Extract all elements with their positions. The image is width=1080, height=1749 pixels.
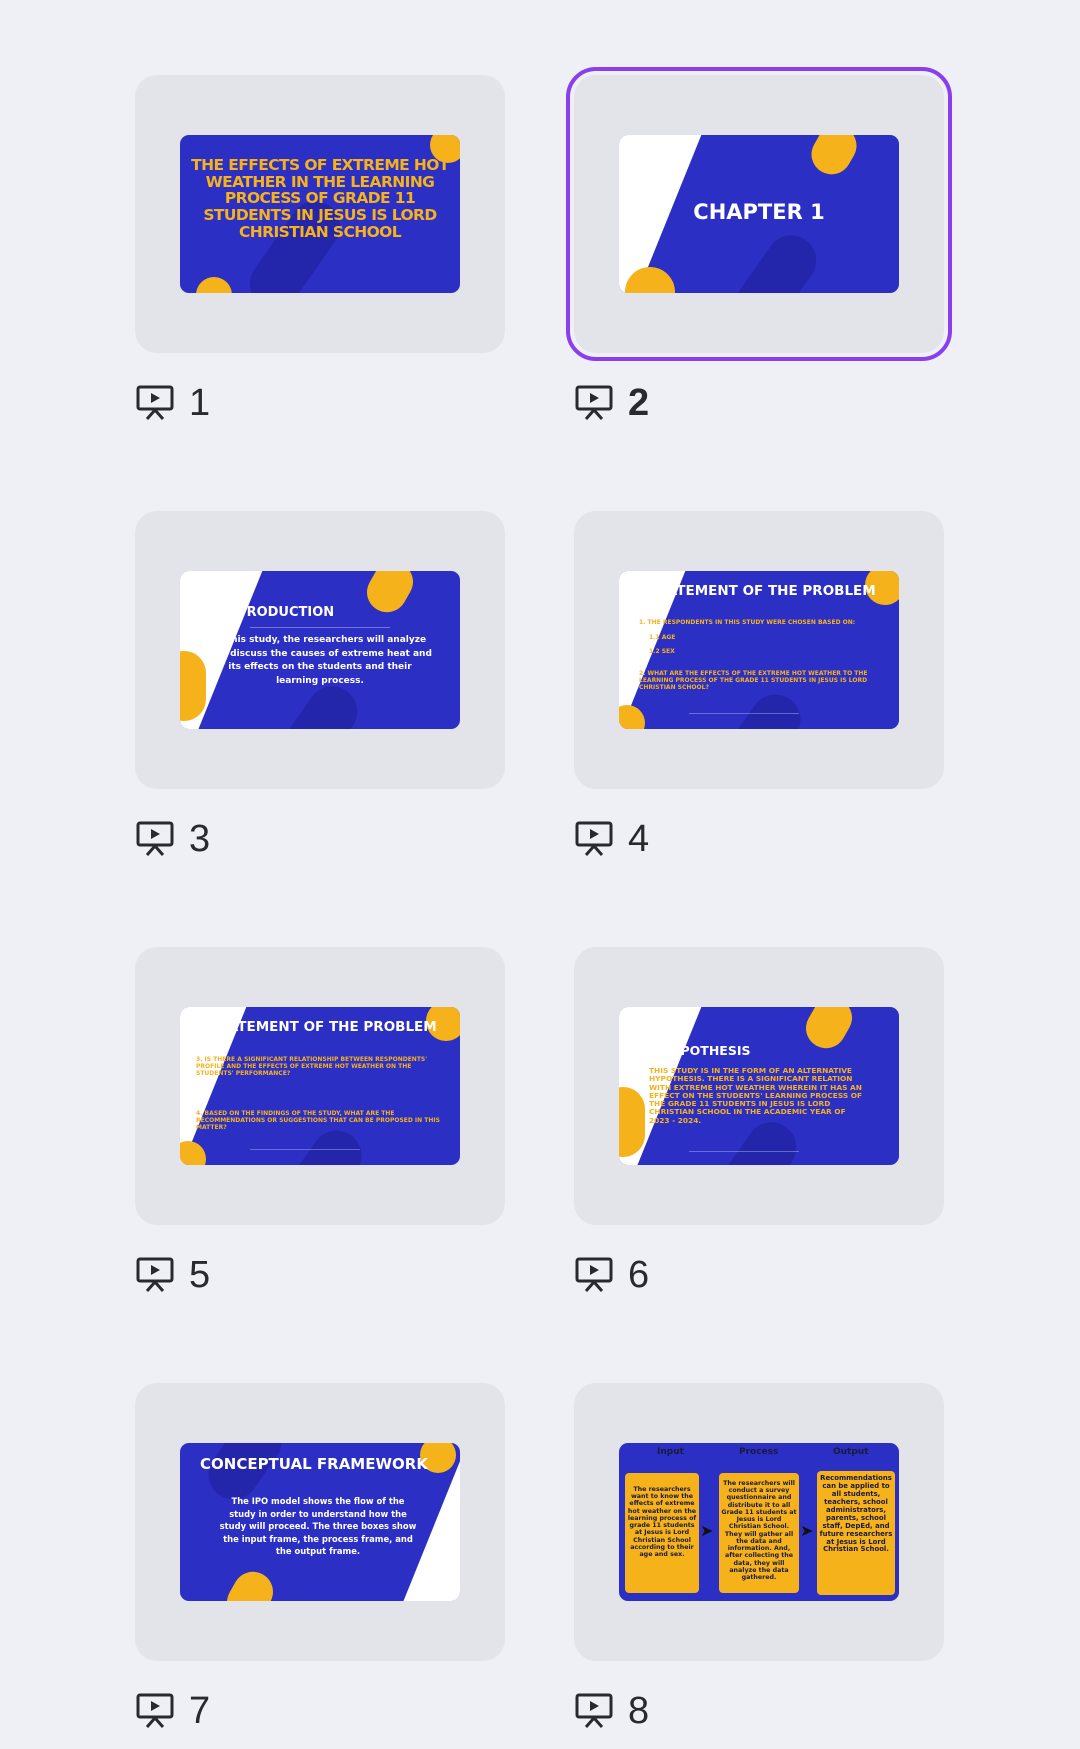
slide-line: 3. IS THERE A SIGNIFICANT RELATIONSHIP B… [196, 1056, 428, 1077]
slide-preview: CHAPTER 1 [619, 135, 899, 293]
slide-number: 2 [628, 381, 650, 424]
slide-body: In this study, the researchers will anal… [208, 635, 432, 686]
slide-label: 6 [574, 1253, 649, 1297]
slide-title: STATEMENT OF THE PROBLEM [210, 1019, 437, 1035]
slide-label: 8 [574, 1689, 649, 1733]
slide-label: 4 [574, 817, 649, 861]
slide-number: 1 [189, 381, 211, 424]
slide-card[interactable]: HYPOTHESIS THIS STUDY IS IN THE FORM OF … [574, 947, 944, 1225]
slide-number: 7 [189, 1689, 211, 1732]
slide-card[interactable]: Input Process Output The researchers wan… [574, 1383, 944, 1661]
slide-preview: HYPOTHESIS THIS STUDY IS IN THE FORM OF … [619, 1007, 899, 1165]
ipo-column-header: Input [657, 1447, 684, 1457]
slide-title: INTRODUCTION [222, 605, 335, 620]
slide-preview: STATEMENT OF THE PROBLEM 3. IS THERE A S… [180, 1007, 460, 1165]
slide-preview: STATEMENT OF THE PROBLEM 1. THE RESPONDE… [619, 571, 899, 729]
ipo-input-box: The researchers want to know the effects… [625, 1473, 699, 1593]
presentation-icon [136, 1257, 174, 1292]
slide-label: 2 [574, 381, 649, 425]
slide-title: HYPOTHESIS [661, 1043, 751, 1058]
arrow-right-icon: ➤ [800, 1523, 814, 1540]
slide-number: 3 [189, 817, 211, 860]
slide-grid: THE EFFECTS OF EXTREME HOT WEATHER IN TH… [0, 0, 1080, 1749]
slide-label: 3 [135, 817, 210, 861]
slide-label: 5 [135, 1253, 210, 1297]
slide-number: 5 [189, 1253, 211, 1296]
slide-line: 1.2 SEX [649, 648, 675, 655]
slide-title: THE EFFECTS OF EXTREME HOT WEATHER IN TH… [191, 156, 449, 241]
presentation-icon [136, 821, 174, 856]
presentation-icon [136, 1693, 174, 1728]
presentation-icon [575, 821, 613, 856]
arrow-right-icon: ➤ [700, 1523, 714, 1540]
slide-number: 4 [628, 817, 650, 860]
slide-card[interactable]: STATEMENT OF THE PROBLEM 3. IS THERE A S… [135, 947, 505, 1225]
slide-card[interactable]: INTRODUCTION In this study, the research… [135, 511, 505, 789]
ipo-output-box: Recommendations can be applied to all st… [817, 1471, 895, 1595]
slide-body: THIS STUDY IS IN THE FORM OF AN ALTERNAT… [649, 1066, 863, 1125]
slide-line: 2. WHAT ARE THE EFFECTS OF THE EXTREME H… [639, 670, 868, 691]
slide-line: 1. THE RESPONDENTS IN THIS STUDY WERE CH… [639, 619, 856, 626]
slide-body: The IPO model shows the flow of the stud… [219, 1496, 417, 1557]
ipo-column-header: Process [739, 1447, 779, 1457]
presentation-icon [136, 385, 174, 420]
slide-title: CONCEPTUAL FRAMEWORK [200, 1455, 428, 1473]
presentation-icon [575, 1693, 613, 1728]
slide-preview: THE EFFECTS OF EXTREME HOT WEATHER IN TH… [180, 135, 460, 293]
slide-card-selected[interactable]: CHAPTER 1 [566, 67, 952, 361]
slide-title: CHAPTER 1 [693, 200, 825, 224]
ipo-process-box: The researchers will conduct a survey qu… [719, 1473, 799, 1593]
slide-card[interactable]: THE EFFECTS OF EXTREME HOT WEATHER IN TH… [135, 75, 505, 353]
ipo-column-header: Output [833, 1447, 869, 1457]
slide-line: 4. BASED ON THE FINDINGS OF THE STUDY, W… [196, 1110, 440, 1131]
presentation-icon [575, 1257, 613, 1292]
slide-number: 8 [628, 1689, 650, 1732]
slide-line: 1.1 AGE [649, 634, 676, 641]
slide-number: 6 [628, 1253, 650, 1296]
slide-label: 1 [135, 381, 210, 425]
slide-card[interactable]: CONCEPTUAL FRAMEWORK The IPO model shows… [135, 1383, 505, 1661]
slide-preview: INTRODUCTION In this study, the research… [180, 571, 460, 729]
slide-label: 7 [135, 1689, 210, 1733]
slide-preview: Input Process Output The researchers wan… [619, 1443, 899, 1601]
slide-title: STATEMENT OF THE PROBLEM [649, 583, 876, 599]
slide-card[interactable]: STATEMENT OF THE PROBLEM 1. THE RESPONDE… [574, 511, 944, 789]
presentation-icon [575, 385, 613, 420]
slide-preview: CONCEPTUAL FRAMEWORK The IPO model shows… [180, 1443, 460, 1601]
